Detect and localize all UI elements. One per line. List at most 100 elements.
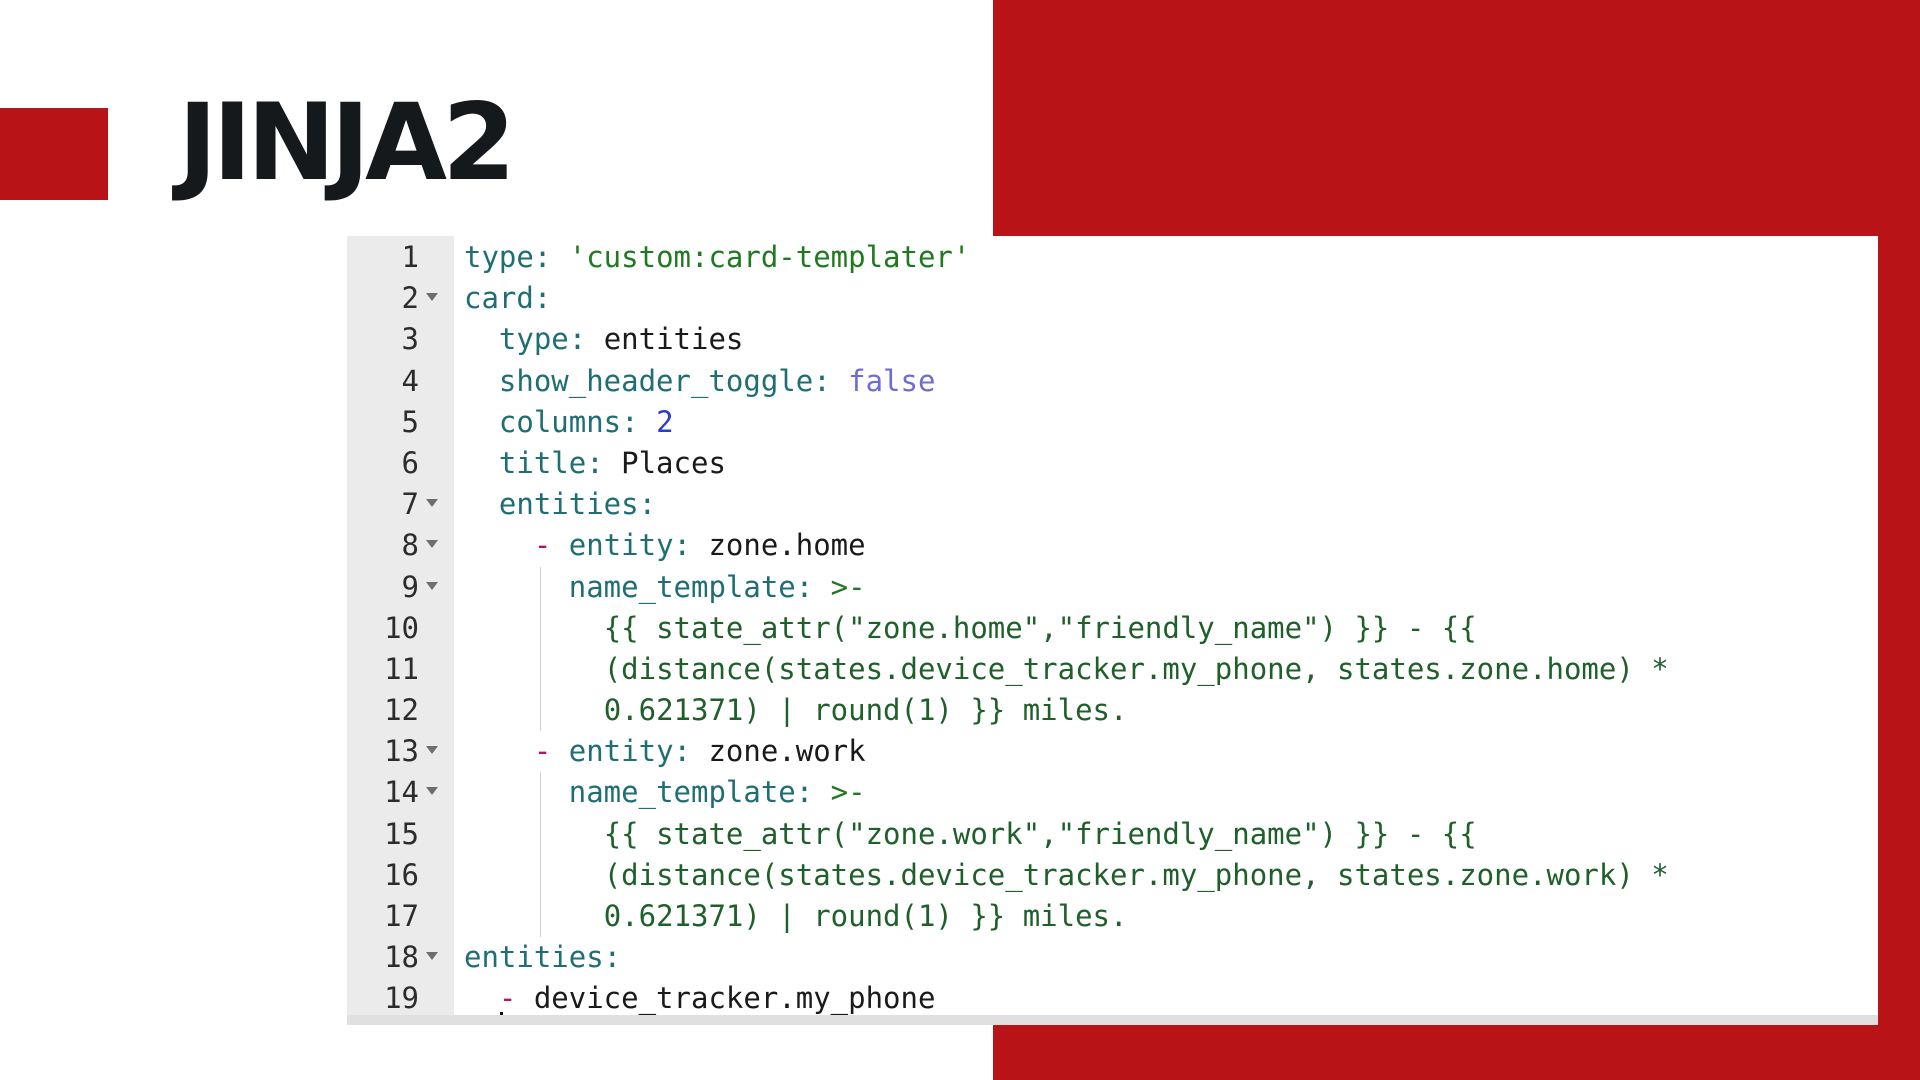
code-token: >- xyxy=(830,569,866,604)
code-token: entities: xyxy=(498,487,657,522)
line-number: 12 xyxy=(384,693,419,728)
code-line[interactable]: 10 {{ state_attr("zone.home","friendly_n… xyxy=(347,607,1878,649)
code-line[interactable]: 4 show_header_toggle: false xyxy=(347,361,1878,402)
code-token: zone.work xyxy=(708,734,866,769)
code-line[interactable]: 7 entities: xyxy=(347,484,1878,525)
code-line[interactable]: 14 name_template: >- xyxy=(347,772,1878,814)
line-number: 9 xyxy=(401,569,419,604)
line-number: 2 xyxy=(401,281,419,316)
line-number: 8 xyxy=(401,528,419,563)
code-token: entity: xyxy=(568,528,709,563)
code-text: 0.621371) | round(1) }} miles. xyxy=(464,690,1128,731)
code-line[interactable]: 13 - entity: zone.work xyxy=(347,731,1878,772)
code-token: - xyxy=(533,734,569,769)
code-text: name_template: >- xyxy=(464,772,866,813)
code-token: columns: xyxy=(498,404,657,439)
code-text: columns: 2 xyxy=(464,402,674,443)
fold-arrow-icon[interactable] xyxy=(426,540,438,549)
slide: JINJA2 1 type: 'custom:card-templater' 2 ca… xyxy=(0,0,1920,1080)
code-line[interactable]: 12 0.621371) | round(1) }} miles. xyxy=(347,690,1878,732)
code-text: - entity: zone.home xyxy=(464,525,866,566)
fold-arrow-icon[interactable] xyxy=(426,499,438,508)
code-text: card: xyxy=(464,278,551,319)
code-lines: 1 type: 'custom:card-templater' 2 card: 3 ty… xyxy=(347,237,1878,1020)
code-line[interactable]: 2 card: xyxy=(347,278,1878,319)
code-text: name_template: >- xyxy=(464,567,866,608)
code-token: (distance(states.device_tracker.my_phone… xyxy=(603,857,1669,892)
code-text: 0.621371) | round(1) }} miles. xyxy=(464,896,1128,937)
code-line[interactable]: 16 (distance(states.device_tracker.my_ph… xyxy=(347,854,1878,896)
code-text: title: Places xyxy=(464,443,726,484)
code-text: - device_tracker.my_phone xyxy=(464,978,936,1019)
code-token: 'custom:card-templater' xyxy=(568,240,971,274)
code-text: (distance(states.device_tracker.my_phone… xyxy=(464,855,1669,896)
code-text: entities: xyxy=(464,484,656,525)
code-token: entities xyxy=(603,322,744,357)
code-token: show_header_toggle: xyxy=(498,363,849,398)
code-line[interactable]: 11 (distance(states.device_tracker.my_ph… xyxy=(347,648,1878,691)
code-token: 0.621371) | round(1) }} miles. xyxy=(603,899,1128,933)
code-line[interactable]: 18 entities: xyxy=(347,937,1878,978)
code-text: type: 'custom:card-templater' xyxy=(464,237,970,278)
code-token: name_template: xyxy=(568,569,831,604)
code-token: card: xyxy=(464,281,552,316)
line-number: 17 xyxy=(384,899,419,933)
code-token: device_tracker.my_phone xyxy=(533,981,936,1016)
fold-arrow-icon[interactable] xyxy=(426,952,438,961)
code-line[interactable]: 9 name_template: >- xyxy=(347,566,1878,608)
code-line[interactable]: 17 0.621371) | round(1) }} miles. xyxy=(347,896,1878,938)
code-token: title: xyxy=(498,445,622,480)
code-token: Places xyxy=(621,445,726,480)
fold-arrow-icon[interactable] xyxy=(426,746,438,755)
code-token: type: xyxy=(498,322,604,357)
code-text: show_header_toggle: false xyxy=(464,361,936,402)
line-number: 11 xyxy=(384,651,419,686)
horizontal-scrollbar[interactable] xyxy=(347,1015,1878,1025)
code-text: entities: xyxy=(464,937,621,978)
code-token: >- xyxy=(830,775,866,810)
line-number: 4 xyxy=(401,363,419,398)
line-number: 1 xyxy=(401,240,419,274)
code-text: - entity: zone.work xyxy=(464,731,866,772)
code-token: type: xyxy=(464,240,569,274)
code-line[interactable]: 8 - entity: zone.home xyxy=(347,525,1878,566)
line-number: 7 xyxy=(401,487,419,522)
code-line[interactable]: 5 columns: 2 xyxy=(347,402,1878,443)
fold-arrow-icon[interactable] xyxy=(426,581,438,590)
code-text: type: entities xyxy=(464,319,743,360)
code-line[interactable]: 1 type: 'custom:card-templater' xyxy=(347,237,1878,278)
line-number: 19 xyxy=(384,981,419,1016)
code-token: entity: xyxy=(568,734,709,769)
line-number: 14 xyxy=(384,775,419,810)
code-line[interactable]: 6 title: Places xyxy=(347,443,1878,484)
line-number: 3 xyxy=(401,322,419,357)
line-number: 15 xyxy=(384,816,419,851)
code-text: {{ state_attr("zone.home","friendly_name… xyxy=(464,608,1477,649)
fold-arrow-icon[interactable] xyxy=(426,787,438,796)
code-token: - xyxy=(533,528,569,563)
code-editor[interactable]: 1 type: 'custom:card-templater' 2 card: 3 ty… xyxy=(347,236,1878,1025)
line-number: 10 xyxy=(384,610,419,645)
code-token: 2 xyxy=(656,404,674,439)
line-number: 13 xyxy=(384,734,419,769)
code-line[interactable]: 3 type: entities xyxy=(347,319,1878,360)
code-line[interactable]: 19 - device_tracker.my_phone xyxy=(347,978,1878,1019)
code-line[interactable]: 15 {{ state_attr("zone.work","friendly_n… xyxy=(347,813,1878,855)
line-number: 5 xyxy=(401,404,419,439)
code-token: zone.home xyxy=(708,528,866,563)
fold-arrow-icon[interactable] xyxy=(426,293,438,302)
code-token: false xyxy=(848,363,936,398)
